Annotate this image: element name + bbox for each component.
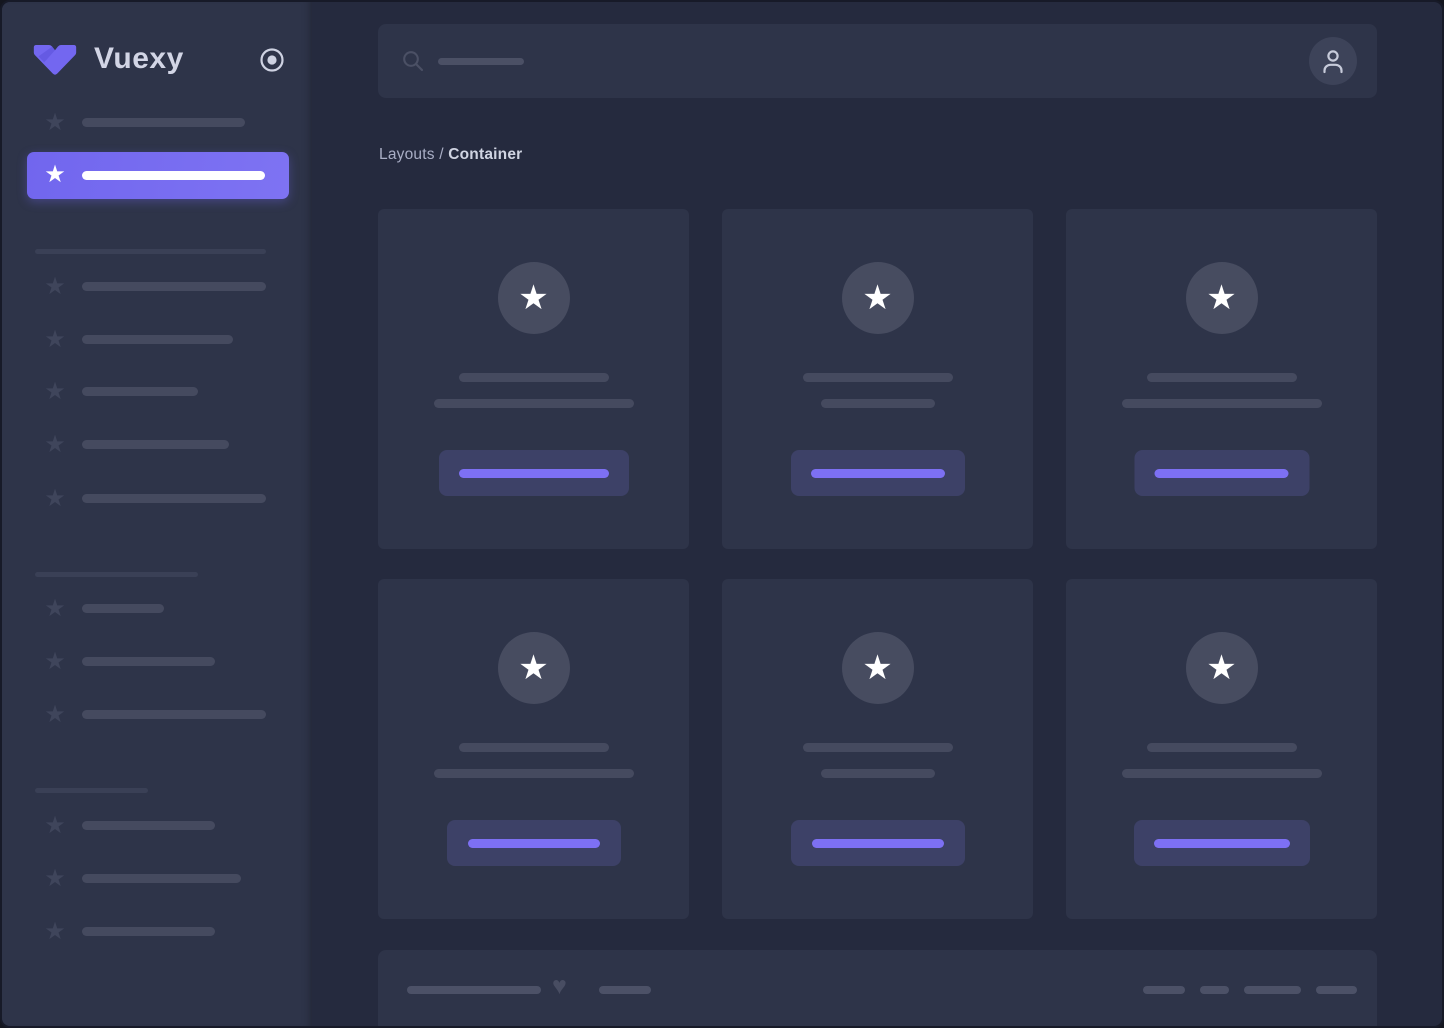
card-action-button[interactable] <box>790 450 965 496</box>
card-action-button[interactable] <box>790 820 965 866</box>
card-subtitle-skeleton <box>433 399 634 408</box>
heart-icon: ♥ <box>552 972 567 1000</box>
button-label-skeleton <box>458 468 609 478</box>
star-icon: ★ <box>44 326 66 353</box>
sidebar-item-label-skeleton <box>82 657 215 666</box>
radio-toggle-icon[interactable] <box>258 46 286 74</box>
sidebar-section-divider <box>35 572 198 577</box>
star-icon: ★ <box>44 109 66 136</box>
content-card: ★ <box>1066 579 1377 919</box>
card-avatar: ★ <box>841 632 914 704</box>
sidebar-item-label-skeleton <box>82 494 266 503</box>
card-subtitle-skeleton <box>820 769 935 778</box>
card-title-skeleton <box>1146 743 1297 752</box>
sidebar-item-active[interactable]: ★ <box>27 152 289 199</box>
app-title: Vuexy <box>94 42 184 75</box>
star-icon: ★ <box>1206 649 1237 687</box>
card-title-skeleton <box>458 743 609 752</box>
card-subtitle-skeleton <box>1121 769 1322 778</box>
footer-copyright-skeleton <box>407 986 541 994</box>
content-card: ★ <box>1066 209 1377 549</box>
star-icon: ★ <box>44 273 66 300</box>
card-title-skeleton <box>802 373 953 382</box>
vuexy-logo-icon <box>33 44 77 75</box>
sidebar-item-label-skeleton <box>82 118 245 127</box>
card-title-skeleton <box>802 743 953 752</box>
content-card: ★ <box>378 209 689 549</box>
card-title-skeleton <box>458 373 609 382</box>
star-icon: ★ <box>44 812 66 839</box>
star-icon: ★ <box>1206 279 1237 317</box>
button-label-skeleton <box>1154 468 1289 478</box>
star-icon: ★ <box>518 279 549 317</box>
button-label-skeleton <box>810 468 945 478</box>
content-card: ★ <box>722 579 1033 919</box>
card-avatar: ★ <box>1185 632 1258 704</box>
star-icon: ★ <box>44 161 66 188</box>
sidebar-item-label-skeleton <box>82 387 198 396</box>
card-action-button[interactable] <box>438 450 629 496</box>
star-icon: ★ <box>44 701 66 728</box>
star-icon: ★ <box>44 918 66 945</box>
content-card: ★ <box>378 579 689 919</box>
card-avatar: ★ <box>497 262 570 334</box>
sidebar-item-label-skeleton <box>82 440 229 449</box>
footer-links <box>1143 986 1357 994</box>
sidebar-item-label-skeleton <box>82 335 233 344</box>
card-action-button[interactable] <box>446 820 621 866</box>
star-icon: ★ <box>44 378 66 405</box>
star-icon: ★ <box>862 279 893 317</box>
star-icon: ★ <box>44 595 66 622</box>
search-icon <box>403 51 424 72</box>
user-avatar-button[interactable] <box>1309 37 1357 85</box>
card-avatar: ★ <box>841 262 914 334</box>
search-placeholder-skeleton <box>438 58 524 65</box>
footer-link-skeleton[interactable] <box>1143 986 1185 994</box>
card-subtitle-skeleton <box>433 769 634 778</box>
sidebar-item-label-skeleton <box>82 710 266 719</box>
footer-credit-skeleton <box>599 986 651 994</box>
sidebar-item-label-skeleton <box>82 604 164 613</box>
breadcrumb-current: Container <box>448 146 523 163</box>
footer: ♥ <box>378 950 1377 1026</box>
sidebar-section-divider <box>35 249 266 254</box>
card-action-button[interactable] <box>1133 820 1310 866</box>
breadcrumb-parent[interactable]: Layouts <box>379 146 435 163</box>
sidebar-item-label-skeleton <box>82 874 241 883</box>
button-label-skeleton <box>467 838 600 848</box>
content-card: ★ <box>722 209 1033 549</box>
user-icon <box>1323 50 1343 74</box>
button-label-skeleton <box>811 838 944 848</box>
card-avatar: ★ <box>1185 262 1258 334</box>
card-subtitle-skeleton <box>820 399 935 408</box>
star-icon: ★ <box>44 431 66 458</box>
card-action-button[interactable] <box>1134 450 1309 496</box>
sidebar-item-label-skeleton <box>82 927 215 936</box>
footer-link-skeleton[interactable] <box>1316 986 1357 994</box>
breadcrumb: Layouts / Container <box>379 146 522 164</box>
sidebar-item-label-skeleton <box>82 171 265 180</box>
sidebar-item-label-skeleton <box>82 282 266 291</box>
card-avatar: ★ <box>497 632 570 704</box>
search-input[interactable] <box>378 24 1377 98</box>
star-icon: ★ <box>518 649 549 687</box>
card-title-skeleton <box>1146 373 1297 382</box>
sidebar-section-divider <box>35 788 148 793</box>
app-window: Vuexy ★ ★ ★ ★ ★ ★ ★ ★ ★ ★ ★ ★ ★ Layouts … <box>0 0 1444 1028</box>
sidebar: Vuexy ★ ★ ★ ★ ★ ★ ★ ★ ★ ★ ★ ★ ★ <box>2 2 312 1026</box>
sidebar-item-label-skeleton <box>82 821 215 830</box>
footer-link-skeleton[interactable] <box>1244 986 1301 994</box>
card-subtitle-skeleton <box>1121 399 1322 408</box>
breadcrumb-separator: / <box>434 146 449 163</box>
star-icon: ★ <box>44 648 66 675</box>
footer-link-skeleton[interactable] <box>1200 986 1229 994</box>
star-icon: ★ <box>862 649 893 687</box>
star-icon: ★ <box>44 485 66 512</box>
sidebar-header: Vuexy <box>32 42 292 78</box>
button-label-skeleton <box>1153 838 1290 848</box>
star-icon: ★ <box>44 865 66 892</box>
